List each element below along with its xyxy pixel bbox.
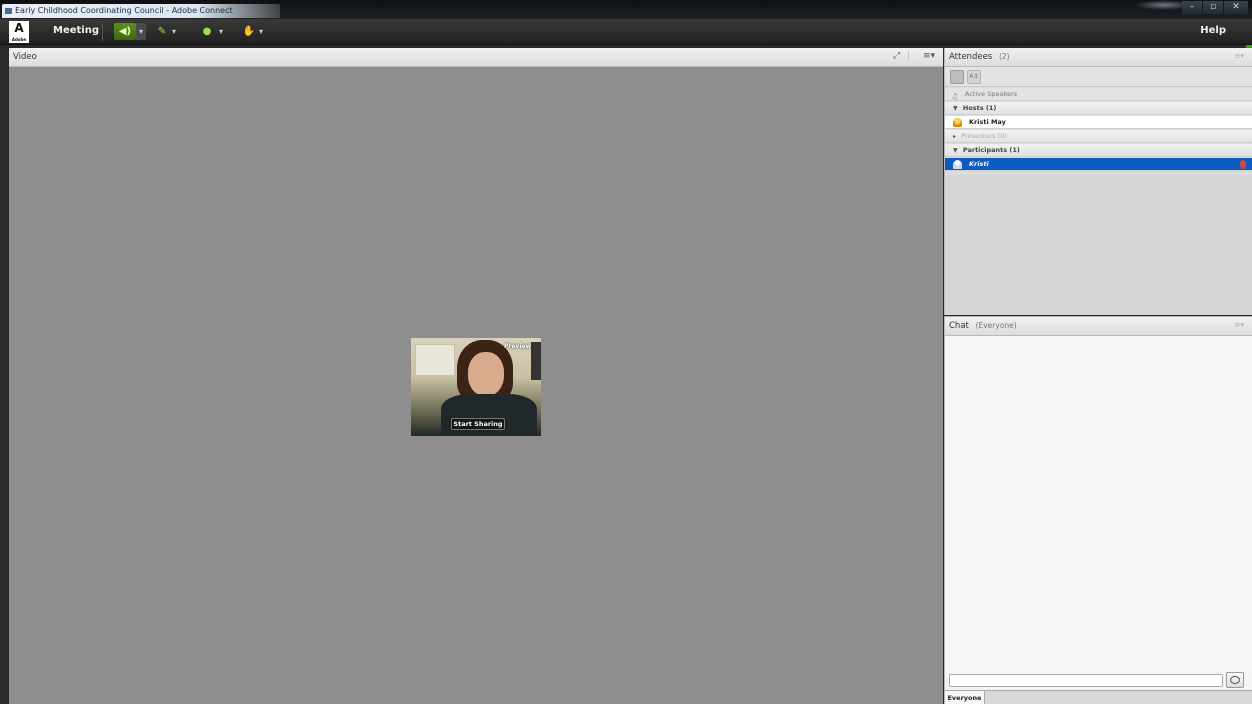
raise-hand-dropdown-icon[interactable]: ▾ xyxy=(256,23,266,40)
speech-bubble-icon xyxy=(1230,676,1240,684)
meeting-menu[interactable]: Meeting xyxy=(53,25,99,36)
preview-label: Preview xyxy=(503,343,531,350)
raise-hand-control[interactable]: ✋ ▾ xyxy=(242,23,266,40)
chevron-right-icon: ▸ xyxy=(953,133,957,140)
header-divider: | xyxy=(907,51,911,61)
attendees-count: (2) xyxy=(998,52,1010,61)
host-icon xyxy=(953,118,962,127)
attendees-title: Attendees (2) xyxy=(949,52,1010,62)
chat-pod-header: Chat (Everyone) ≡▾ xyxy=(945,317,1252,336)
chat-title: Chat (Everyone) xyxy=(949,321,1017,331)
user-icon xyxy=(953,160,962,169)
attendees-title-text: Attendees xyxy=(949,52,993,62)
window-title-tab[interactable]: Early Childhood Coordinating Council - A… xyxy=(2,4,280,18)
window-title-bar: Early Childhood Coordinating Council - A… xyxy=(0,0,1252,19)
speaker-control[interactable]: ◀) ▾ xyxy=(114,23,146,40)
participants-label: Participants (1) xyxy=(962,146,1020,154)
pod-menu-icon[interactable]: ≡▾ xyxy=(923,51,935,61)
expand-icon[interactable]: ⤢ xyxy=(893,51,900,61)
video-pod-header: Video ⤢ | ≡▾ xyxy=(9,48,943,67)
attendees-toolbar: A↕ xyxy=(945,67,1252,87)
participants-section-header[interactable]: ▼ Participants (1) xyxy=(945,144,1252,157)
raise-hand-icon[interactable]: ✋ xyxy=(242,23,256,40)
attendee-row-host[interactable]: Kristi May xyxy=(945,116,1252,129)
adobe-logo[interactable]: A Adobe xyxy=(9,21,29,43)
host-name: Kristi May xyxy=(969,118,1006,126)
app-menu-bar: A Adobe Meeting ◀) ▾ ✎ ▾ ● ▾ ✋ ▾ Help xyxy=(0,19,1252,64)
chevron-down-icon: ▼ xyxy=(953,105,958,112)
webcam-icon[interactable]: ● xyxy=(198,23,216,40)
list-view-icon[interactable] xyxy=(950,70,964,84)
tab-everyone[interactable]: Everyone xyxy=(945,691,985,704)
microphone-dropdown-icon[interactable]: ▾ xyxy=(169,23,179,40)
speaker-dropdown-icon[interactable]: ▾ xyxy=(136,23,146,40)
chat-menu-icon[interactable]: ≡▾ xyxy=(1235,321,1244,329)
chat-tab-bar: Everyone xyxy=(945,690,1252,704)
close-button[interactable]: ✕ xyxy=(1224,1,1248,14)
attendee-row-participant[interactable]: Kristi xyxy=(945,158,1252,171)
chat-messages-area xyxy=(945,336,1252,672)
menu-separator xyxy=(102,23,103,41)
minimize-button[interactable]: – xyxy=(1182,1,1202,14)
active-speakers-label: Active Speakers xyxy=(965,90,1017,98)
background-whiteboard xyxy=(415,344,455,376)
help-menu[interactable]: Help xyxy=(1200,25,1226,36)
chevron-down-icon: ▼ xyxy=(953,147,958,154)
app-icon xyxy=(5,8,12,14)
presenters-label: Presenters (0) xyxy=(961,132,1007,140)
adobe-connect-window: Early Childhood Coordinating Council - A… xyxy=(0,0,1252,704)
chat-scope: (Everyone) xyxy=(975,321,1017,330)
hosts-section-header[interactable]: ▼ Hosts (1) xyxy=(945,102,1252,115)
webcam-dropdown-icon[interactable]: ▾ xyxy=(216,23,226,40)
attendees-menu-icon[interactable]: ≡▾ xyxy=(1235,52,1244,60)
adobe-logo-sub: Adobe xyxy=(11,37,27,42)
video-pod: Video ⤢ | ≡▾ Preview Start Sharing xyxy=(9,48,943,704)
window-title: Early Childhood Coordinating Council - A… xyxy=(15,6,233,15)
adobe-logo-letter: A xyxy=(14,21,24,35)
window-controls: – ▫ ✕ xyxy=(1181,1,1248,15)
webcam-control[interactable]: ● ▾ xyxy=(198,23,226,40)
participant-name: Kristi xyxy=(969,160,989,168)
attendees-pod-header: Attendees (2) ≡▾ xyxy=(945,48,1252,67)
person-face xyxy=(468,352,504,396)
hosts-label: Hosts (1) xyxy=(962,104,997,112)
chat-pod: Chat (Everyone) ≡▾ Everyone xyxy=(944,316,1252,704)
attendees-pod: Attendees (2) ≡▾ A↕ ♫ Active Speakers ▼ … xyxy=(944,48,1252,315)
send-message-button[interactable] xyxy=(1226,672,1244,688)
microphone-icon[interactable]: ✎ xyxy=(155,23,169,40)
attendees-list-empty-area xyxy=(945,175,1252,315)
microphone-control[interactable]: ✎ ▾ xyxy=(155,23,179,40)
start-sharing-button[interactable]: Start Sharing xyxy=(451,418,505,430)
chat-title-text: Chat xyxy=(949,321,969,331)
webcam-preview-tile[interactable]: Preview Start Sharing xyxy=(411,338,541,436)
video-pod-title: Video xyxy=(13,52,37,62)
sort-icon[interactable]: A↕ xyxy=(967,70,981,84)
chat-message-input[interactable] xyxy=(949,674,1223,687)
microphone-status-icon xyxy=(1240,160,1246,169)
active-speakers-row[interactable]: ♫ Active Speakers xyxy=(945,88,1252,101)
speaker-icon[interactable]: ◀) xyxy=(114,23,136,40)
presenters-section-header[interactable]: ▸ Presenters (0) xyxy=(945,130,1252,143)
maximize-button[interactable]: ▫ xyxy=(1203,1,1223,14)
video-side-controls xyxy=(531,342,541,380)
